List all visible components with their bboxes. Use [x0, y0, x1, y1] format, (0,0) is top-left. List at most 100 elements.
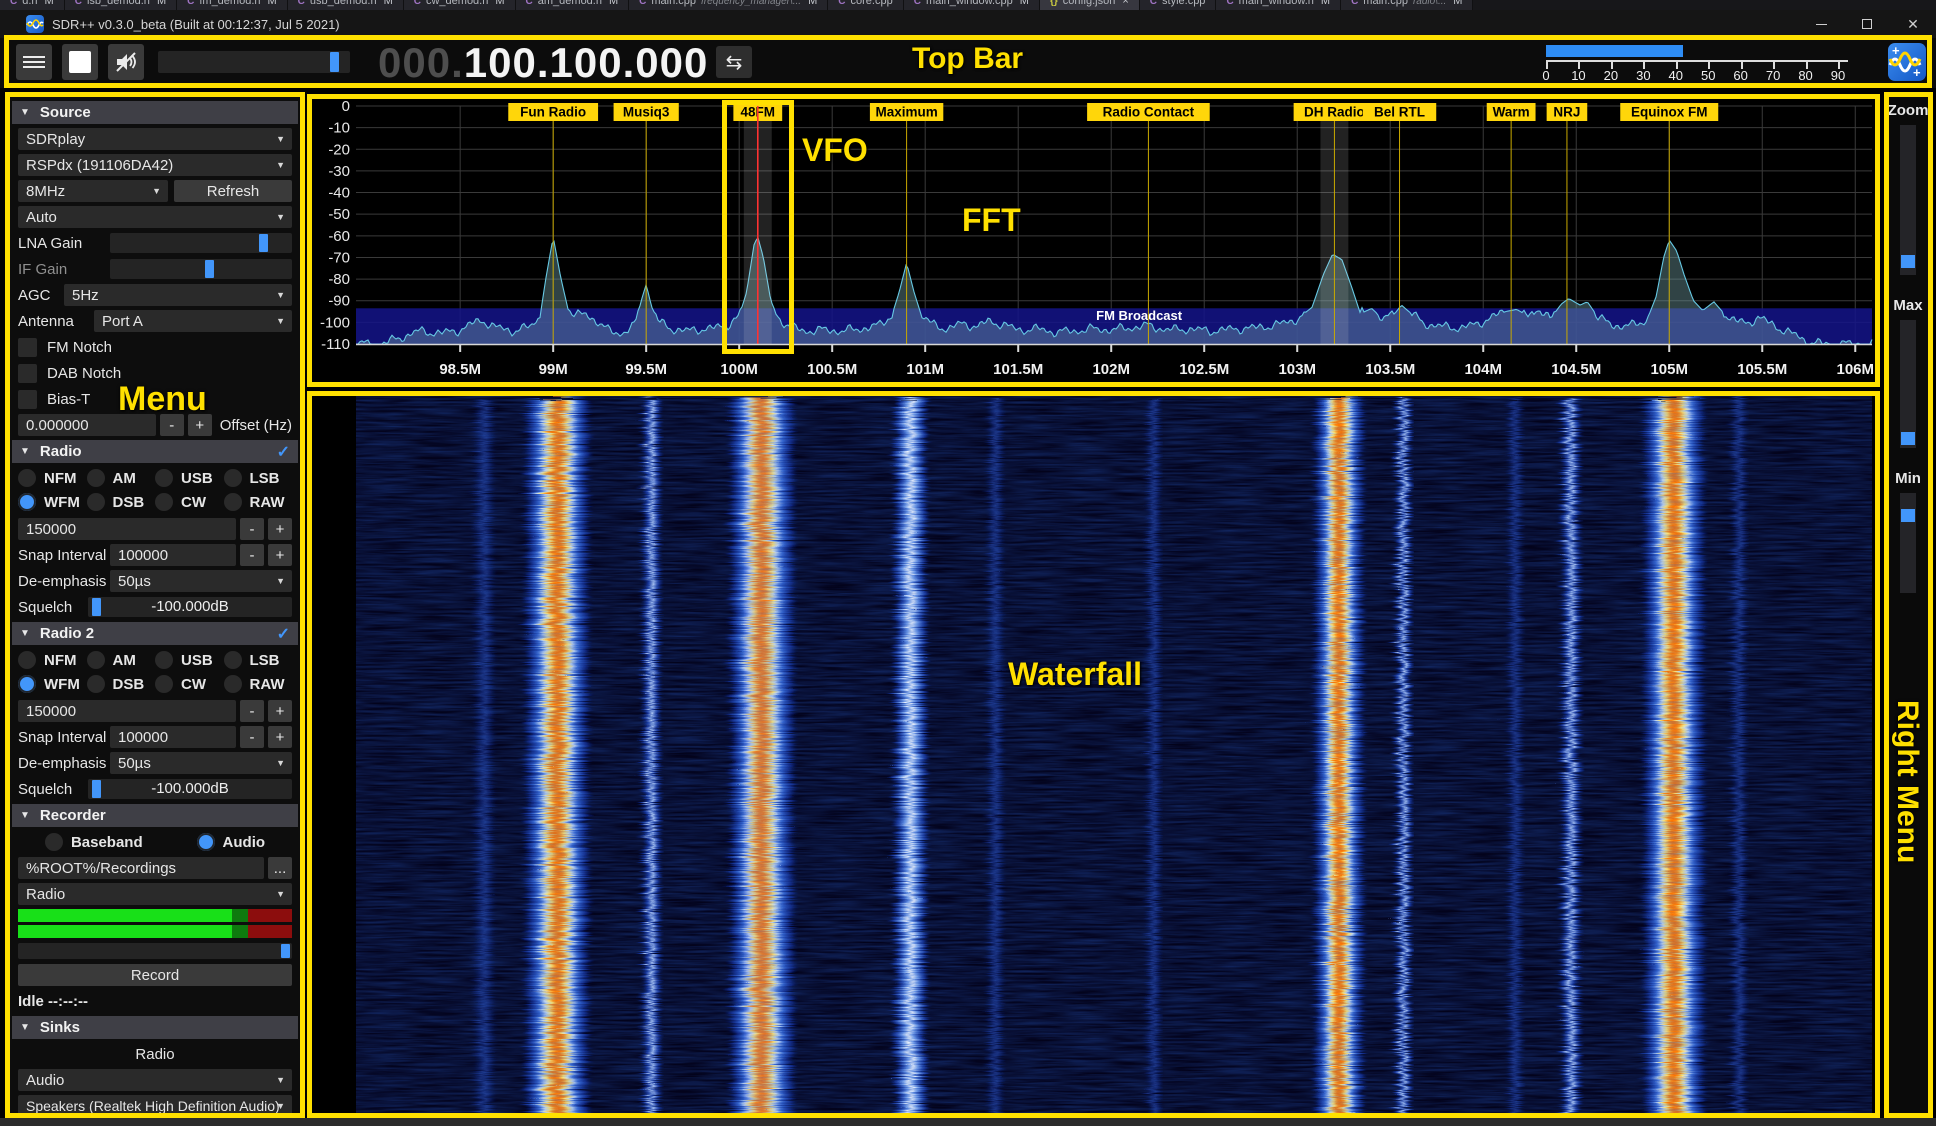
editor-tab-usb_demod.h[interactable]: Cusb_demod.hM — [288, 0, 404, 10]
radio2-bandwidth-input[interactable]: 150000 — [18, 700, 236, 722]
max-slider[interactable] — [1900, 320, 1916, 448]
snap-plus-button[interactable]: + — [268, 544, 292, 566]
mode-radio-USB[interactable]: USB — [155, 649, 224, 671]
mode-radio-DSB[interactable]: DSB — [87, 673, 156, 695]
editor-tab-main_window.h[interactable]: Cmain_window.hM — [1216, 0, 1341, 10]
bandwidth-minus-button[interactable]: - — [240, 518, 264, 540]
module-enabled-check-icon[interactable]: ✓ — [277, 442, 290, 462]
mode-radio-NFM[interactable]: NFM — [18, 467, 87, 489]
mode-radio-RAW[interactable]: RAW — [224, 673, 293, 695]
snap-plus-button[interactable]: + — [268, 726, 292, 748]
volume-slider[interactable] — [158, 51, 350, 73]
module-enabled-check-icon[interactable]: ✓ — [277, 624, 290, 644]
antenna-select[interactable]: Port A ▼ — [94, 310, 292, 332]
editor-tab-fm_demod.h[interactable]: Cfm_demod.hM — [177, 0, 288, 10]
minimize-button[interactable] — [1798, 10, 1844, 38]
mode-radio-AM[interactable]: AM — [87, 467, 156, 489]
editor-tab-main.cpp[interactable]: Cmain.cppradio\...M — [1341, 0, 1473, 10]
bandwidth-plus-button[interactable]: + — [268, 700, 292, 722]
snr-meter: 0102030405060708090 — [1540, 43, 1852, 83]
recording-path-input[interactable]: %ROOT%/Recordings — [18, 857, 264, 879]
maximize-button[interactable] — [1844, 10, 1890, 38]
sink-device-select[interactable]: Speakers (Realtek High Definition Audio)… — [18, 1095, 292, 1116]
radio2-snap-input[interactable]: 100000 — [110, 726, 236, 748]
mute-button[interactable] — [108, 44, 144, 80]
agc-select[interactable]: 5Hz ▼ — [64, 284, 292, 306]
offset-input[interactable]: 0.000000 — [18, 414, 156, 436]
bandwidth-minus-button[interactable]: - — [240, 700, 264, 722]
mode-radio-LSB[interactable]: LSB — [224, 467, 293, 489]
offset-plus-button[interactable]: + — [188, 414, 212, 436]
frequency-display[interactable]: 000.100.100.000 — [378, 38, 708, 88]
section-header-recorder[interactable]: ▼ Recorder — [12, 804, 298, 827]
zoom-slider[interactable] — [1900, 125, 1916, 275]
refresh-button[interactable]: Refresh — [174, 180, 292, 202]
radio2-squelch-slider[interactable]: -100.000dB — [88, 779, 292, 799]
min-slider-handle[interactable] — [1901, 509, 1915, 522]
radio1-squelch-slider[interactable]: -100.000dB — [88, 597, 292, 617]
editor-tab-config.json[interactable]: {}config.json× — [1040, 0, 1140, 10]
mode-radio-LSB[interactable]: LSB — [224, 649, 293, 671]
snap-minus-button[interactable]: - — [240, 726, 264, 748]
min-slider[interactable] — [1900, 493, 1916, 593]
if-gain-slider[interactable] — [110, 259, 292, 279]
radio1-snap-input[interactable]: 100000 — [110, 544, 236, 566]
mode-radio-DSB[interactable]: DSB — [87, 491, 156, 513]
mode-radio-WFM[interactable]: WFM — [18, 673, 87, 695]
radio1-deemphasis-select[interactable]: 50µs ▼ — [110, 570, 292, 592]
section-header-radio[interactable]: ▼ Radio ✓ — [12, 440, 298, 463]
menu-toggle-button[interactable] — [16, 44, 52, 80]
if-agc-select[interactable]: Auto ▼ — [18, 206, 292, 228]
snap-minus-button[interactable]: - — [240, 544, 264, 566]
vfo-swap-button[interactable]: ⇆ — [716, 46, 752, 78]
browse-button[interactable]: ... — [268, 857, 292, 879]
editor-tab-main.cpp[interactable]: Cmain.cppfrequency_manager\...M — [629, 0, 828, 10]
fft-display[interactable]: 0-10-20-30-40-50-60-70-80-90-100-110FM B… — [312, 100, 1878, 388]
lna-gain-slider[interactable] — [110, 233, 292, 253]
record-button[interactable]: Record — [18, 964, 292, 986]
bandwidth-select[interactable]: 8MHz ▼ — [18, 180, 168, 202]
section-header-radio2[interactable]: ▼ Radio 2 ✓ — [12, 622, 298, 645]
radio1-bandwidth-input[interactable]: 150000 — [18, 518, 236, 540]
editor-tab-strip[interactable]: Cd.hMClsb_demod.hMCfm_demod.hMCusb_demod… — [0, 0, 1936, 10]
volume-slider-handle[interactable] — [330, 52, 339, 72]
editor-tab-core.cpp[interactable]: Ccore.cpp — [828, 0, 903, 10]
radio2-deemphasis-select[interactable]: 50µs ▼ — [110, 752, 292, 774]
bias-t-checkbox[interactable]: Bias-T — [18, 388, 292, 410]
mode-radio-USB[interactable]: USB — [155, 467, 224, 489]
mode-radio-AM[interactable]: AM — [87, 649, 156, 671]
recorder-volume-handle[interactable] — [281, 944, 290, 958]
editor-tab-d.h[interactable]: Cd.hM — [0, 0, 65, 10]
dab-notch-checkbox[interactable]: DAB Notch — [18, 362, 292, 384]
mode-radio-WFM[interactable]: WFM — [18, 491, 87, 513]
source-driver-select[interactable]: SDRplay ▼ — [18, 128, 292, 150]
recorder-baseband-radio[interactable]: Baseband — [45, 831, 143, 853]
lna-gain-handle[interactable] — [259, 234, 268, 252]
mode-radio-RAW[interactable]: RAW — [224, 491, 293, 513]
recorder-audio-radio[interactable]: Audio — [197, 831, 266, 853]
close-button[interactable]: ✕ — [1890, 10, 1936, 38]
bandwidth-plus-button[interactable]: + — [268, 518, 292, 540]
editor-tab-main_window.cpp[interactable]: Cmain_window.cppM — [904, 0, 1040, 10]
recorder-volume-slider[interactable] — [18, 943, 292, 959]
max-slider-handle[interactable] — [1901, 432, 1915, 445]
editor-tab-lsb_demod.h[interactable]: Clsb_demod.hM — [65, 0, 177, 10]
mode-radio-CW[interactable]: CW — [155, 673, 224, 695]
fm-notch-checkbox[interactable]: FM Notch — [18, 336, 292, 358]
mode-radio-CW[interactable]: CW — [155, 491, 224, 513]
zoom-slider-handle[interactable] — [1901, 255, 1915, 268]
recorder-stream-select[interactable]: Radio ▼ — [18, 883, 292, 905]
sink-type-select[interactable]: Audio ▼ — [18, 1069, 292, 1091]
offset-minus-button[interactable]: - — [160, 414, 184, 436]
editor-tab-cw_demod.h[interactable]: Ccw_demod.hM — [404, 0, 516, 10]
source-device-select[interactable]: RSPdx (191106DA42) ▼ — [18, 154, 292, 176]
mode-radio-NFM[interactable]: NFM — [18, 649, 87, 671]
editor-tab-style.cpp[interactable]: Cstyle.cpp — [1140, 0, 1217, 10]
snr-tick-label: 0 — [1542, 68, 1549, 83]
if-gain-handle[interactable] — [205, 260, 214, 278]
stop-button[interactable] — [62, 44, 98, 80]
section-header-sinks[interactable]: ▼ Sinks — [12, 1016, 298, 1039]
editor-tab-am_demod.h[interactable]: Cam_demod.hM — [516, 0, 630, 10]
section-header-source[interactable]: ▼ Source — [12, 101, 298, 124]
waterfall-display[interactable] — [312, 393, 1878, 1117]
